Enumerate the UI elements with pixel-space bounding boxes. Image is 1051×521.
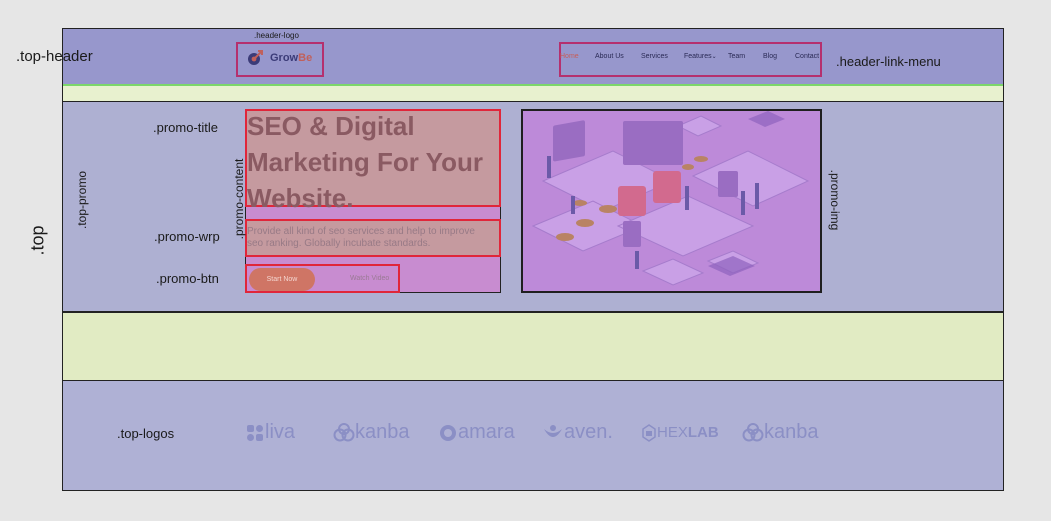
label-header-link-menu: .header-link-menu [836,54,941,69]
nav-item-about[interactable]: About Us [595,53,624,60]
brand-name: liva [265,421,296,443]
promo-image [521,109,822,293]
brand-name: kanba [355,421,410,443]
promo-title-line: Marketing For Your [247,147,483,177]
promo-description-line: seo ranking. Globally incubate standards… [247,238,431,249]
nav-item-team[interactable]: Team [728,53,745,60]
label-promo-btn: .promo-btn [156,271,219,286]
logo-wordmark[interactable]: GrowBe [270,52,312,64]
brand-logo-aven: aven. [542,421,613,444]
nav-item-blog[interactable]: Blog [763,53,777,60]
brand-name: amara [458,421,515,443]
knot-icon [333,422,355,442]
isometric-illustration [531,111,810,286]
brand-name: HEX [657,423,688,441]
brand-logo-kanba-2: kanba [742,421,819,444]
brand-name: kanba [764,421,819,443]
brand-logo-liva: liva [245,421,295,444]
chevron-down-icon: ⌄ [711,54,717,60]
brand-logo-amara: amara [438,421,515,444]
label-promo-title: .promo-title [153,120,219,135]
watch-video-button[interactable]: Watch Video [350,275,389,282]
brand-name-bold: LAB [687,423,719,441]
hexagon-icon [642,424,656,442]
label-top: .top [27,225,48,256]
ring-icon [440,424,456,441]
label-top-promo: .top-promo [75,170,89,230]
nav-item-contact[interactable]: Contact [795,53,819,60]
brand-logo-hexlab: HEXLAB [641,423,719,443]
promo-title-line: Website. [247,183,354,213]
start-now-button[interactable]: Start Now [249,268,315,291]
promo-title: SEO & Digital Marketing For Your Website… [247,108,503,216]
label-top-header: .top-header [16,48,93,65]
rocket-icon [245,48,265,73]
promo-description-line: Provide all kind of seo services and hel… [247,226,475,237]
label-promo-content: .promo-content [232,158,246,240]
label-top-logos: .top-logos [117,426,175,441]
nav-item-home[interactable]: Home [560,53,579,60]
flower-icon [544,424,562,437]
nav-item-services[interactable]: Services [641,53,668,60]
nav-item-features-label: Features [684,53,712,60]
label-promo-wrp: .promo-wrp [154,229,220,244]
label-promo-img: .promo-img [828,169,842,231]
nav-item-features[interactable]: Features⌄ [684,53,717,60]
brand-name: aven. [564,421,613,443]
leaf-icon [247,424,263,441]
brand-logo-kanba: kanba [333,421,410,444]
promo-description: Provide all kind of seo services and hel… [247,226,497,250]
knot-icon [742,422,764,442]
label-header-logo: .header-logo [254,31,299,40]
promo-title-line: SEO & Digital [247,111,415,141]
